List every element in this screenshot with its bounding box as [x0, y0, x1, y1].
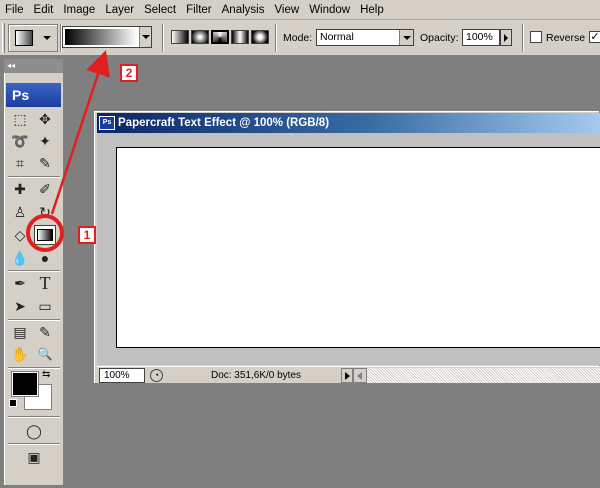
document-status-bar: 100% ◔ Doc: 351,6K/0 bytes [97, 366, 600, 383]
foreground-color-swatch[interactable] [11, 371, 39, 397]
radial-gradient-button[interactable] [191, 30, 209, 44]
opacity-slider-button[interactable] [500, 29, 512, 46]
rectangular-marquee-icon[interactable]: ⬚ [9, 109, 31, 129]
status-info-icon[interactable]: ◔ [150, 369, 163, 382]
diamond-gradient-button[interactable] [251, 30, 269, 44]
gradient-swatch-icon [37, 229, 53, 241]
eyedropper-icon[interactable]: ✎ [34, 322, 56, 342]
toolbox-separator [8, 176, 60, 178]
separator [275, 24, 277, 52]
canvas-area [97, 133, 600, 365]
separator [162, 24, 164, 52]
toolbox-separator [8, 367, 60, 369]
toolbox: ◂◂ Ps ⬚ ✥ ➰ ✦ ⌗ ✎ ✚ ✐ ♙ ↻ ◇ 💧 ● ✒ T ➤ ▭ … [3, 58, 64, 486]
gradient-picker[interactable] [62, 26, 152, 48]
toolbox-title-bar[interactable]: ◂◂ [4, 59, 63, 73]
scroll-left-button[interactable] [353, 368, 367, 383]
dodge-icon[interactable]: ● [34, 248, 56, 268]
gradient-tool-icon[interactable] [34, 225, 56, 245]
toolbox-separator [8, 416, 60, 418]
canvas[interactable] [116, 147, 600, 348]
toolbox-separator [8, 443, 60, 445]
step-badge-2: 2 [120, 64, 138, 82]
rectangle-shape-icon[interactable]: ▭ [34, 296, 56, 316]
healing-brush-icon[interactable]: ✚ [9, 179, 31, 199]
opacity-label: Opacity: [420, 32, 459, 44]
menu-file[interactable]: File [0, 0, 29, 20]
lasso-icon[interactable]: ➰ [9, 131, 31, 151]
menu-layer[interactable]: Layer [100, 0, 139, 20]
screen-mode-icon[interactable]: ▣ [23, 447, 45, 467]
menu-view[interactable]: View [269, 0, 304, 20]
document-window: Ps Papercraft Text Effect @ 100% (RGB/8)… [93, 110, 600, 384]
menu-help[interactable]: Help [355, 0, 389, 20]
toolbox-separator [8, 270, 60, 272]
document-size-status: Doc: 351,6K/0 bytes [210, 370, 302, 381]
chevron-down-icon [43, 36, 51, 40]
pen-icon[interactable]: ✒ [9, 273, 31, 293]
reflected-gradient-button[interactable] [231, 30, 249, 44]
menu-image[interactable]: Image [58, 0, 100, 20]
zoom-tool-icon[interactable]: 🔍 [34, 344, 56, 364]
gradient-picker-dropdown[interactable] [139, 27, 151, 47]
opacity-field[interactable]: 100% [462, 29, 500, 46]
opacity-value: 100% [466, 31, 493, 43]
notes-icon[interactable]: ▤ [9, 322, 31, 342]
eraser-icon[interactable]: ◇ [9, 225, 31, 245]
history-brush-icon[interactable]: ↻ [34, 202, 56, 222]
horizontal-scrollbar-track[interactable] [367, 368, 600, 383]
toolbox-separator [8, 319, 60, 321]
type-tool-icon[interactable]: T [34, 273, 56, 293]
reverse-checkbox[interactable] [530, 31, 542, 43]
gradient-preview [65, 29, 137, 45]
document-title: Papercraft Text Effect @ 100% (RGB/8) [118, 117, 330, 129]
collapse-arrows-icon[interactable]: ◂◂ [7, 61, 15, 70]
move-tool-icon[interactable]: ✥ [34, 109, 56, 129]
linear-gradient-button[interactable] [171, 30, 189, 44]
dither-checkbox[interactable]: ✓ [589, 31, 600, 43]
document-title-bar[interactable]: Ps Papercraft Text Effect @ 100% (RGB/8) [97, 113, 600, 133]
crop-icon[interactable]: ⌗ [9, 153, 31, 173]
brush-icon[interactable]: ✐ [34, 179, 56, 199]
blur-icon[interactable]: 💧 [9, 248, 31, 268]
gradient-tool-preset-icon [15, 30, 33, 46]
menu-window[interactable]: Window [304, 0, 355, 20]
slice-icon[interactable]: ✎ [34, 153, 56, 173]
mode-value: Normal [320, 31, 354, 43]
photoshop-logo[interactable]: Ps [6, 83, 61, 107]
options-bar-grip[interactable] [2, 23, 5, 53]
magic-wand-icon[interactable]: ✦ [34, 131, 56, 151]
tool-preset-picker[interactable] [8, 24, 58, 52]
step-badge-1: 1 [78, 226, 96, 244]
chevron-down-icon [399, 30, 413, 45]
separator [522, 24, 524, 52]
menu-select[interactable]: Select [139, 0, 181, 20]
menu-bar: File Edit Image Layer Select Filter Anal… [0, 0, 600, 20]
quick-mask-icon[interactable]: ◯ [23, 421, 45, 441]
angle-gradient-button[interactable] [211, 30, 229, 44]
swap-colors-icon[interactable]: ⇆ [42, 369, 50, 380]
clone-stamp-icon[interactable]: ♙ [9, 202, 31, 222]
menu-analysis[interactable]: Analysis [217, 0, 270, 20]
status-menu-arrow-icon[interactable] [341, 368, 353, 383]
reverse-label: Reverse [546, 32, 586, 44]
options-bar: Mode: Normal Opacity: 100% Reverse ✓ [0, 20, 600, 56]
default-colors-icon[interactable] [9, 399, 17, 407]
photoshop-doc-icon: Ps [99, 116, 115, 130]
mode-select[interactable]: Normal [316, 29, 414, 46]
mode-label: Mode: [283, 32, 313, 44]
zoom-field[interactable]: 100% [99, 368, 145, 383]
path-selection-icon[interactable]: ➤ [9, 296, 31, 316]
menu-filter[interactable]: Filter [181, 0, 217, 20]
hand-tool-icon[interactable]: ✋ [9, 344, 31, 364]
menu-edit[interactable]: Edit [29, 0, 59, 20]
